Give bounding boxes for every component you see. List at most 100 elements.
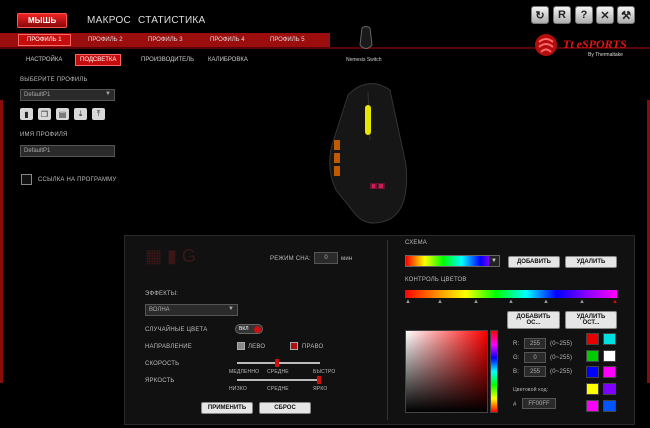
random-colors-toggle[interactable]: ВКЛ bbox=[235, 324, 263, 334]
stop-marker-icon[interactable]: ▲ bbox=[508, 299, 514, 305]
swatch-blue[interactable] bbox=[586, 366, 599, 378]
r-range: (0~255) bbox=[550, 341, 573, 347]
scheme-select[interactable]: ▼ bbox=[405, 255, 500, 267]
panel-divider bbox=[387, 240, 388, 420]
g-input[interactable]: 0 bbox=[524, 352, 546, 363]
import-icon[interactable]: ⤓ bbox=[74, 108, 87, 120]
tab-profile-1[interactable]: ПРОФИЛЬ 1 bbox=[18, 34, 71, 46]
sleep-unit: мин bbox=[341, 256, 353, 262]
scheme-delete-button[interactable]: УДАЛИТЬ bbox=[565, 256, 617, 268]
speed-tick-slow: МЕДЛЕННО bbox=[229, 369, 260, 375]
swatch-pink[interactable] bbox=[586, 400, 599, 412]
effects-select[interactable]: ВОЛНА ▼ bbox=[145, 304, 238, 316]
g-label: G: bbox=[513, 355, 520, 361]
brightness-tick-low: НИЗКО bbox=[229, 386, 247, 392]
brightness-label: ЯРКОСТЬ bbox=[145, 378, 175, 384]
toggle-label: ВКЛ bbox=[239, 326, 249, 332]
speed-slider-handle[interactable] bbox=[275, 359, 279, 367]
refresh-icon[interactable]: ↻ bbox=[531, 6, 549, 24]
stop-marker-icon[interactable]: ▲ bbox=[543, 299, 549, 305]
direction-left-checkbox[interactable] bbox=[237, 342, 245, 350]
link-checkbox[interactable] bbox=[21, 174, 32, 185]
reset-icon[interactable]: R bbox=[553, 6, 571, 24]
speed-tick-mid: СРЕДНЕ bbox=[267, 369, 289, 375]
direction-left-label: ЛЕВО bbox=[248, 344, 266, 350]
color-code-label: Цветовой код: bbox=[513, 387, 549, 393]
tab-profile-3[interactable]: ПРОФИЛЬ 3 bbox=[148, 37, 183, 43]
profile-select-value: DefaultP1 bbox=[24, 92, 51, 98]
stop-marker-icon[interactable]: ▲ bbox=[612, 299, 618, 305]
add-point-button[interactable]: ДОБАВИТЬ ОС... bbox=[507, 311, 560, 329]
swatch-purple[interactable] bbox=[603, 383, 616, 395]
close-icon[interactable]: ✕ bbox=[596, 6, 614, 24]
hash-label: # bbox=[513, 402, 517, 408]
brightness-tick-high: ЯРКО bbox=[313, 386, 328, 392]
swatch-cyan[interactable] bbox=[603, 333, 616, 345]
hue-slider[interactable] bbox=[490, 330, 498, 413]
stop-marker-icon[interactable]: ▲ bbox=[437, 299, 443, 305]
g-range: (0~255) bbox=[550, 355, 573, 361]
link-label: ССЫЛКА НА ПРОГРАММУ bbox=[38, 177, 117, 183]
tab-profile-5[interactable]: ПРОФИЛЬ 5 bbox=[270, 37, 305, 43]
stop-marker-icon[interactable]: ▲ bbox=[473, 299, 479, 305]
brightness-slider-handle[interactable] bbox=[317, 376, 321, 384]
paste-profile-icon[interactable]: ▤ bbox=[56, 108, 69, 120]
scheme-add-button[interactable]: ДОБАВИТЬ bbox=[508, 256, 560, 268]
tab-profile-4[interactable]: ПРОФИЛЬ 4 bbox=[210, 37, 245, 43]
b-input[interactable]: 255 bbox=[524, 366, 546, 377]
stop-marker-icon[interactable]: ▲ bbox=[579, 299, 585, 305]
speed-label: СКОРОСТЬ bbox=[145, 361, 180, 367]
direction-right-label: ПРАВО bbox=[302, 344, 324, 350]
profile-select[interactable]: DefaultP1 ▼ bbox=[20, 89, 115, 101]
brand-logo: Tt eSPORTS bbox=[563, 37, 627, 51]
swatch-green[interactable] bbox=[586, 350, 599, 362]
settings-icon[interactable]: ⚒ bbox=[617, 6, 635, 24]
select-profile-label: ВЫБЕРИТЕ ПРОФИЛЬ bbox=[20, 77, 88, 83]
menu-mouse[interactable]: МЫШЬ bbox=[17, 13, 68, 28]
new-profile-icon[interactable]: ▮ bbox=[20, 108, 33, 120]
swatch-magenta[interactable] bbox=[603, 366, 616, 378]
chevron-down-icon: ▼ bbox=[105, 91, 111, 97]
tab-lighting[interactable]: ПОДСВЕТКА bbox=[75, 54, 122, 66]
swatch-yellow[interactable] bbox=[586, 383, 599, 395]
tab-calibration[interactable]: КАЛИБРОВКА bbox=[204, 55, 252, 65]
menu-statistics[interactable]: СТАТИСТИКА bbox=[138, 15, 206, 26]
color-gradient-bar[interactable] bbox=[405, 290, 617, 298]
toggle-knob bbox=[254, 326, 261, 333]
apply-button[interactable]: ПРИМЕНИТЬ bbox=[201, 402, 253, 414]
help-icon[interactable]: ? bbox=[575, 6, 593, 24]
color-picker-area[interactable] bbox=[405, 330, 488, 413]
chevron-down-icon: ▼ bbox=[489, 256, 499, 266]
faded-logo-icon: ▦ ▮ G bbox=[145, 246, 196, 266]
tab-setup[interactable]: НАСТРОЙКА bbox=[22, 55, 66, 65]
device-name: Nemesis Switch bbox=[346, 57, 382, 63]
r-input[interactable]: 255 bbox=[524, 338, 546, 349]
stop-marker-icon[interactable]: ▲ bbox=[405, 299, 411, 305]
brightness-slider[interactable] bbox=[237, 379, 320, 381]
left-accent bbox=[0, 100, 3, 383]
swatch-azure[interactable] bbox=[603, 400, 616, 412]
effects-select-value: ВОЛНА bbox=[149, 307, 170, 313]
export-icon[interactable]: ⤒ bbox=[92, 108, 105, 120]
copy-profile-icon[interactable]: ❐ bbox=[38, 108, 51, 120]
sleep-input[interactable]: 0 bbox=[314, 252, 338, 264]
menu-macro[interactable]: МАКРОС bbox=[87, 15, 131, 26]
direction-right-checkbox[interactable] bbox=[290, 342, 298, 350]
mouse-image: ▣▣ bbox=[318, 70, 418, 230]
tab-performance[interactable]: ПРОИЗВОДИТЕЛЬ bbox=[137, 55, 198, 65]
color-code-input[interactable]: FF00FF bbox=[522, 398, 556, 409]
scheme-label: СХЕМА bbox=[405, 240, 427, 246]
color-control-label: КОНТРОЛЬ ЦВЕТОВ bbox=[405, 277, 467, 283]
reset-button[interactable]: СБРОС bbox=[259, 402, 311, 414]
delete-point-button[interactable]: УДАЛИТЬ ОСТ... bbox=[565, 311, 617, 329]
profile-name-input[interactable]: DefaultP1 bbox=[20, 145, 115, 157]
swatch-red[interactable] bbox=[586, 333, 599, 345]
direction-label: НАПРАВЛЕНИЕ bbox=[145, 344, 192, 350]
chevron-down-icon: ▼ bbox=[228, 306, 234, 312]
swatch-white[interactable] bbox=[603, 350, 616, 362]
profile-toolbar: ▮ ❐ ▤ ⤓ ⤒ bbox=[20, 108, 105, 120]
brand-emblem-icon bbox=[533, 32, 559, 58]
r-label: R: bbox=[513, 341, 520, 347]
brand-sub: By Thermaltake bbox=[588, 52, 623, 58]
tab-profile-2[interactable]: ПРОФИЛЬ 2 bbox=[88, 37, 123, 43]
